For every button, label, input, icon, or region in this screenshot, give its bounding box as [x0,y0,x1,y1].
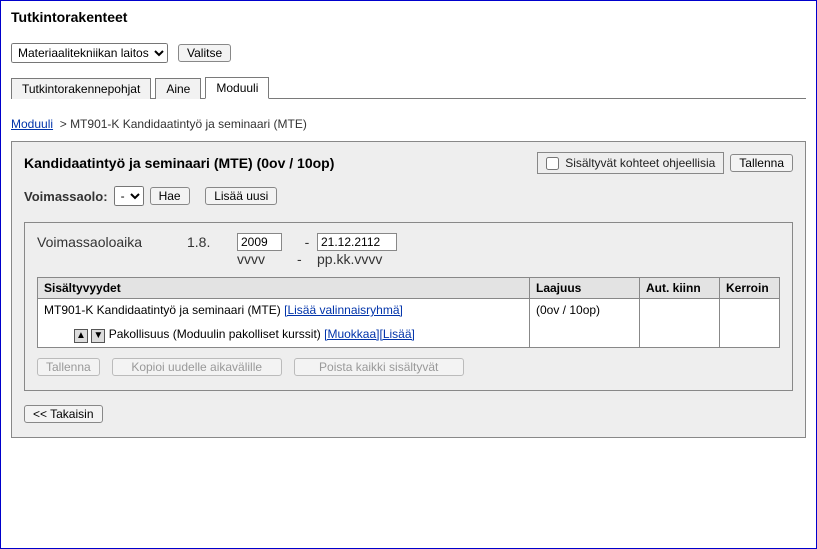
row-title: MT901-K Kandidaatintyö ja seminaari (MTE… [44,303,281,317]
edit-link[interactable]: [Muokkaa] [324,327,379,341]
department-select[interactable]: Materiaalitekniikan laitos [11,43,168,63]
copy-to-new-period-button[interactable]: Kopioi uudelle aikavälille [112,358,282,376]
breadcrumb-current: MT901-K Kandidaatintyö ja seminaari (MTE… [70,117,307,131]
validity-inner-box: Voimassaoloaika 1.8. - vvvv - pp.kk.vvvv… [24,222,793,391]
validity-period-label: Voimassaoloaika [37,234,187,250]
tab-tutkintorakennepohjat[interactable]: Tutkintorakennepohjat [11,78,151,99]
add-link[interactable]: [Lisää] [379,327,414,341]
tab-row: Tutkintorakennepohjat Aine Moduuli [11,77,806,99]
panel-title: Kandidaatintyö ja seminaari (MTE) (0ov /… [24,155,334,171]
sub-row-text: Pakollisuus (Moduulin pakolliset kurssit… [109,327,321,341]
col-aut-kiinn: Aut. kiinn [640,278,720,299]
col-laajuus: Laajuus [530,278,640,299]
back-button[interactable]: << Takaisin [24,405,103,423]
validity-hint-year: vvvv [237,251,297,267]
module-panel: Kandidaatintyö ja seminaari (MTE) (0ov /… [11,141,806,438]
row-extent: (0ov / 10op) [530,299,640,348]
indicative-checkbox[interactable] [546,157,559,170]
validity-label: Voimassaolo: [24,189,108,204]
save-button[interactable]: Tallenna [730,154,793,172]
add-optional-group-link[interactable]: [Lisää valinnaisryhmä] [284,303,403,317]
select-button[interactable]: Valitse [178,44,231,62]
fetch-button[interactable]: Hae [150,187,190,205]
add-new-button[interactable]: Lisää uusi [205,187,277,205]
validity-end-input[interactable] [317,233,397,251]
save-contents-button[interactable]: Tallenna [37,358,100,376]
col-kerroin: Kerroin [720,278,780,299]
table-row: MT901-K Kandidaatintyö ja seminaari (MTE… [38,299,780,348]
validity-hint-date: pp.kk.vvvv [317,251,437,267]
breadcrumb-sep: > [60,117,67,131]
tab-moduuli[interactable]: Moduuli [205,77,269,99]
breadcrumb: Moduuli > MT901-K Kandidaatintyö ja semi… [11,117,806,131]
validity-dash2: - [297,251,317,267]
validity-prefix: 1.8. [187,234,237,250]
col-sisaltyvyydet: Sisältyvyydet [38,278,530,299]
breadcrumb-root-link[interactable]: Moduuli [11,117,53,131]
delete-all-contents-button[interactable]: Poista kaikki sisältyvät [294,358,464,376]
validity-dash: - [297,234,317,250]
contents-table: Sisältyvyydet Laajuus Aut. kiinn Kerroin… [37,277,780,348]
move-up-icon[interactable]: ▲ [74,329,88,343]
tab-aine[interactable]: Aine [155,78,201,99]
indicative-label: Sisältyvät kohteet ohjeellisia [565,156,715,170]
validity-year-input[interactable] [237,233,282,251]
page-title: Tutkintorakenteet [11,9,806,25]
move-down-icon[interactable]: ▼ [91,329,105,343]
validity-select[interactable]: - [114,186,144,206]
